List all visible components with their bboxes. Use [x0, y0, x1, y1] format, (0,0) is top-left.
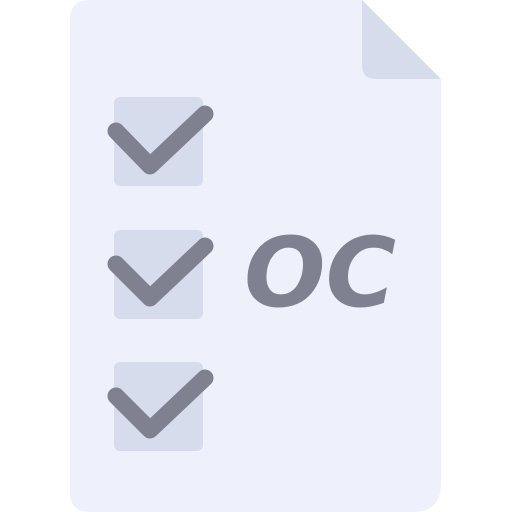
- document-icon: OC: [70, 0, 441, 512]
- folded-corner: [362, 0, 441, 79]
- checklist-document-illustration: OC: [0, 0, 512, 512]
- badge-text: OC: [244, 217, 396, 329]
- checklist-item: [107, 230, 214, 319]
- checklist-item: [107, 97, 214, 186]
- checklist-item: [107, 362, 214, 451]
